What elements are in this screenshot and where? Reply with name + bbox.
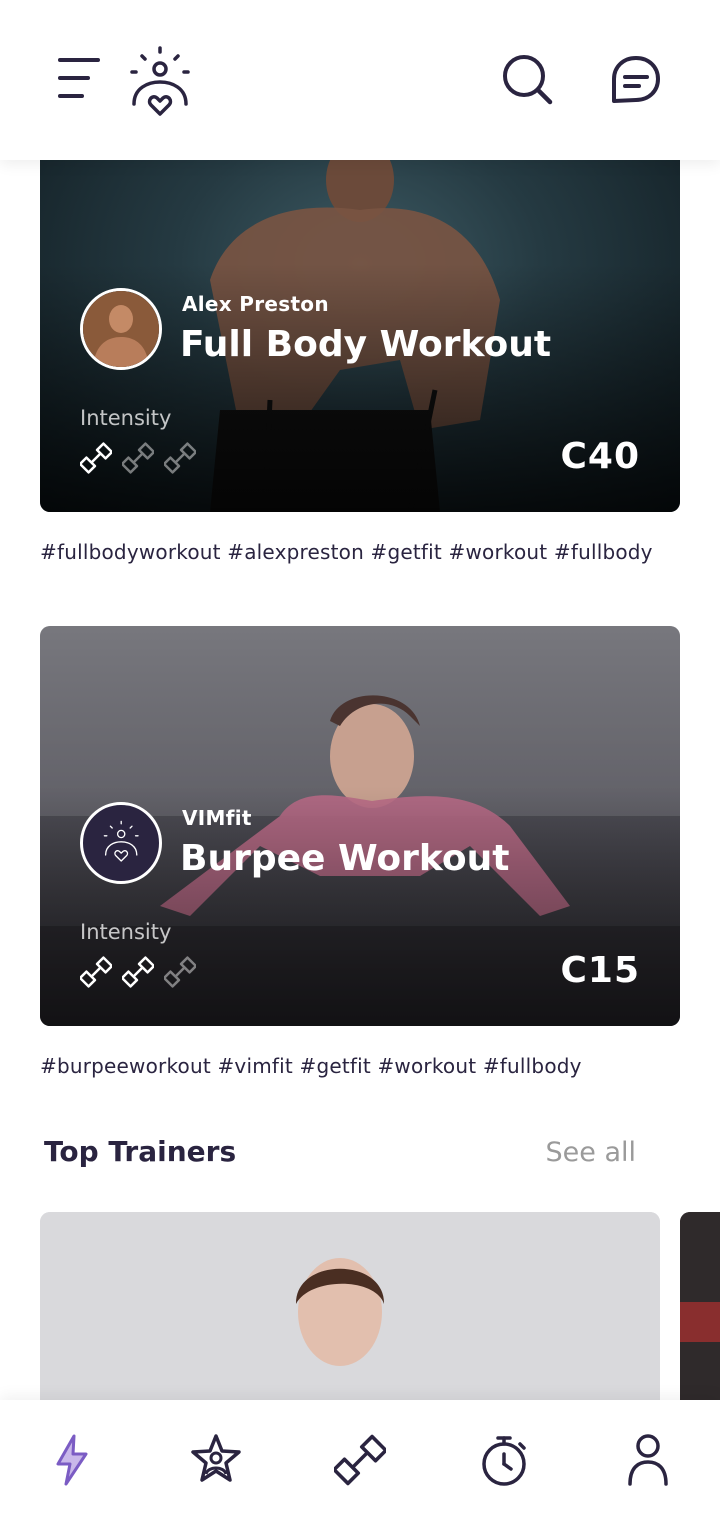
tab-workouts[interactable] (288, 1400, 432, 1520)
app-header (0, 0, 720, 160)
workout-price: C15 (560, 950, 640, 991)
search-icon (503, 55, 553, 105)
dumbbell-icon (122, 956, 154, 988)
workout-title: Full Body Workout (180, 324, 552, 365)
trainer-photo (680, 1212, 720, 1432)
trainer-photo (40, 1212, 660, 1432)
trainer-photo (83, 291, 159, 367)
search-button[interactable] (488, 40, 568, 120)
see-all-link[interactable]: See all (546, 1137, 637, 1168)
dumbbell-icon (164, 956, 196, 988)
trainer-avatar[interactable] (80, 288, 162, 370)
tab-timer[interactable] (432, 1400, 576, 1520)
intensity-rating (80, 956, 196, 988)
intensity-label: Intensity (80, 920, 172, 944)
star-person-icon (191, 1434, 241, 1482)
tab-trainers[interactable] (144, 1400, 288, 1520)
dumbbell-icon (80, 956, 112, 988)
chat-bubble-icon (612, 56, 660, 103)
dumbbell-icon (334, 1434, 386, 1486)
workout-hashtags[interactable]: #fullbodyworkout #alexpreston #getfit #w… (40, 540, 653, 564)
stopwatch-icon (482, 1436, 526, 1486)
intensity-label: Intensity (80, 406, 172, 430)
app-logo[interactable] (120, 40, 200, 120)
chat-button[interactable] (596, 40, 676, 120)
workout-hashtags[interactable]: #burpeeworkout #vimfit #getfit #workout … (40, 1054, 582, 1078)
meditation-heart-logo (103, 820, 139, 862)
trainer-card[interactable] (680, 1212, 720, 1432)
bottom-tab-bar (0, 1400, 720, 1520)
intensity-rating (80, 442, 196, 474)
meditation-heart-logo (130, 46, 190, 116)
profile-icon (628, 1434, 668, 1486)
workout-card[interactable]: VIMfit Burpee Workout Intensity C15 (40, 626, 680, 1026)
trainer-name[interactable]: Alex Preston (182, 292, 329, 316)
dumbbell-icon (164, 442, 196, 474)
tab-profile[interactable] (576, 1400, 720, 1520)
dumbbell-icon (80, 442, 112, 474)
workout-card[interactable]: Alex Preston Full Body Workout Intensity… (40, 130, 680, 512)
trainer-name[interactable]: VIMfit (182, 806, 252, 830)
trainer-card[interactable] (40, 1212, 660, 1432)
section-title: Top Trainers (44, 1135, 237, 1168)
workout-title: Burpee Workout (180, 838, 510, 879)
workout-price: C40 (560, 436, 640, 477)
trainer-avatar[interactable] (80, 802, 162, 884)
menu-button[interactable] (40, 40, 120, 120)
hamburger-menu-icon (58, 58, 100, 98)
dumbbell-icon (122, 442, 154, 474)
lightning-icon (56, 1434, 88, 1486)
tab-feed[interactable] (0, 1400, 144, 1520)
